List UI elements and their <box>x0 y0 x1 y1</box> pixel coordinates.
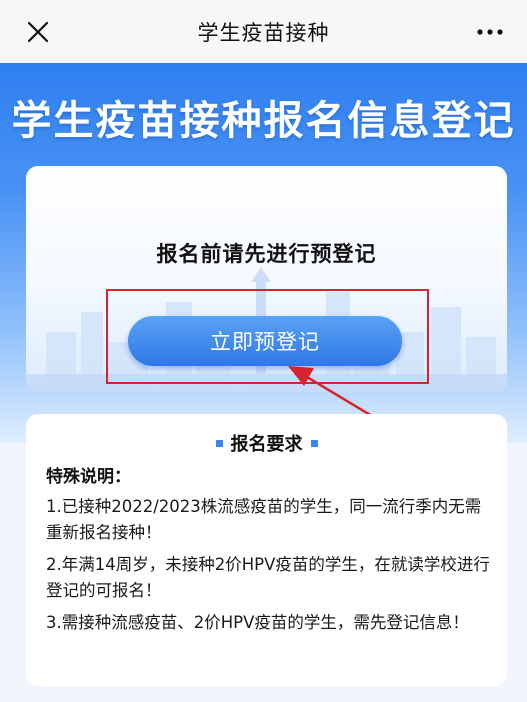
page-title: 学生疫苗接种 <box>197 20 330 45</box>
more-icon[interactable] <box>475 22 505 42</box>
requirements-list: 1.已接种2022/2023株流感疫苗的学生，同一流行季内无需重新报名接种！ 2… <box>46 494 496 642</box>
hero-title: 学生疫苗接种报名信息登记 <box>11 98 516 144</box>
bullet-square-icon <box>310 439 318 447</box>
requirements-heading: 报名要求 <box>26 430 507 456</box>
top-navigation-bar: 学生疫苗接种 <box>0 0 527 63</box>
special-note-label: 特殊说明： <box>46 467 131 487</box>
register-prompt: 报名前请先进行预登记 <box>156 242 377 266</box>
list-item: 3.需接种流感疫苗、2价HPV疫苗的学生，需先登记信息！ <box>46 613 469 632</box>
requirements-title: 报名要求 <box>230 434 303 455</box>
list-item: 2.年满14周岁，未接种2价HPV疫苗的学生，在就读学校进行登记的可报名！ <box>46 555 490 600</box>
requirements-card: 报名要求 特殊说明： 1.已接种2022/2023株流感疫苗的学生，同一流行季内… <box>26 414 507 686</box>
bullet-square-icon <box>215 439 223 447</box>
list-item: 1.已接种2022/2023株流感疫苗的学生，同一流行季内无需重新报名接种！ <box>46 497 482 542</box>
close-icon[interactable] <box>26 20 50 44</box>
